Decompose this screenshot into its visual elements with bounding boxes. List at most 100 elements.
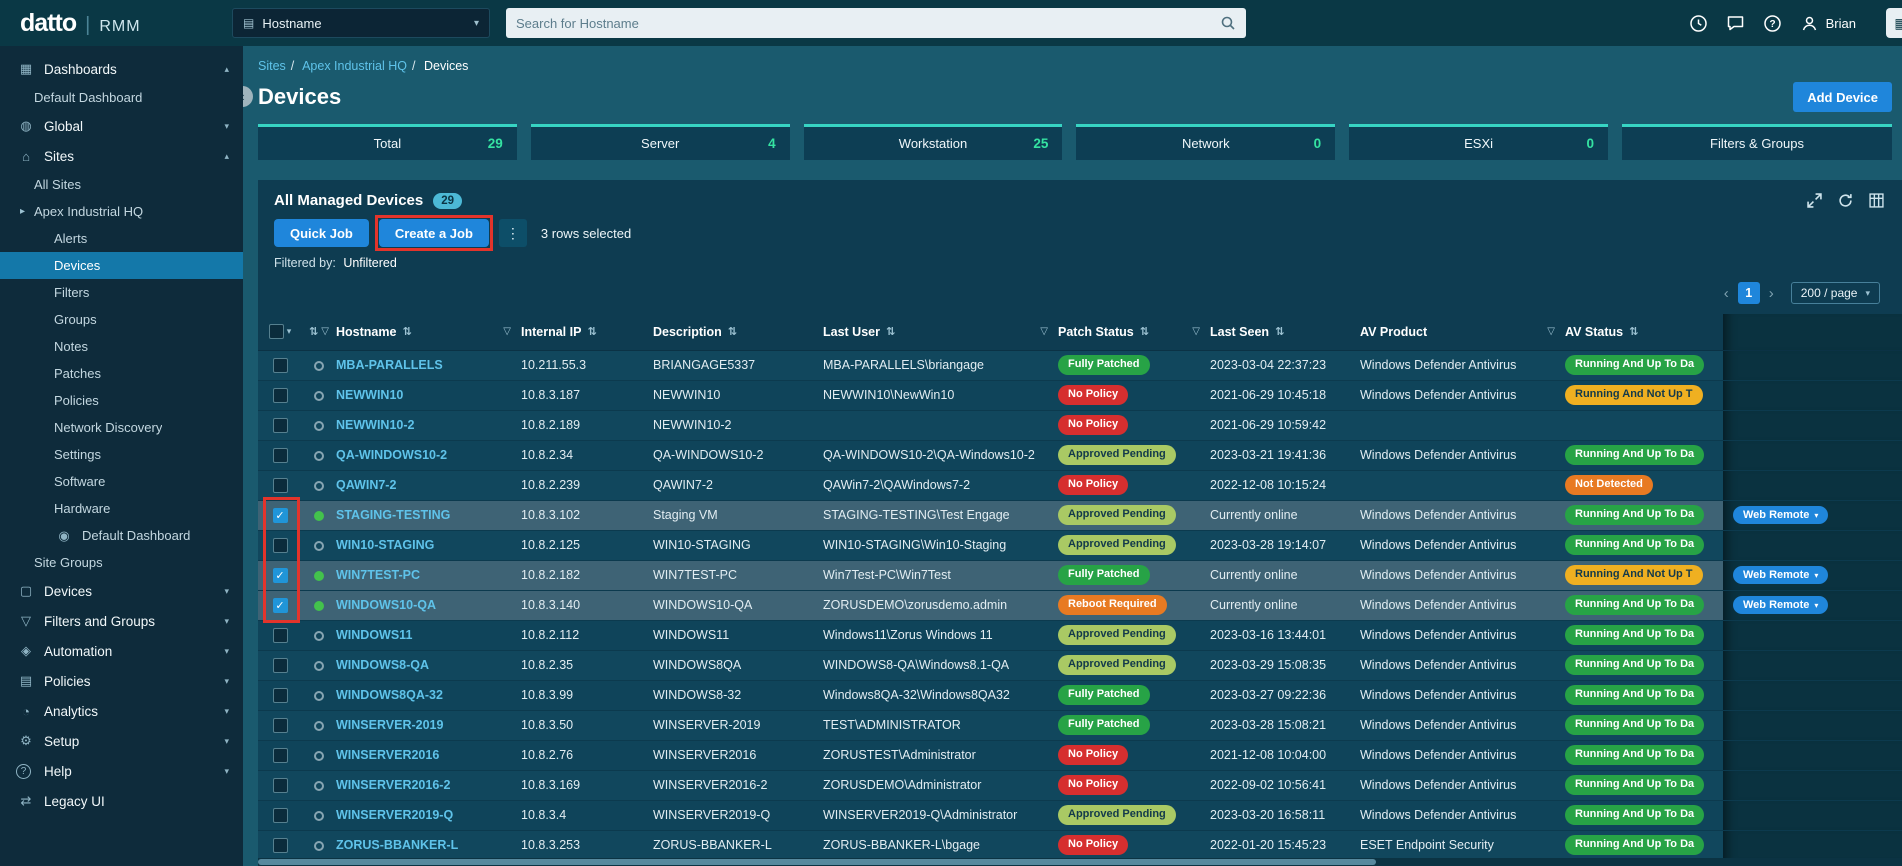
sort-icon[interactable]: ⇅	[886, 325, 895, 338]
filter-icon[interactable]: ▽	[1040, 326, 1048, 337]
sort-icon[interactable]: ⇅	[728, 325, 737, 338]
hostname-link[interactable]: STAGING-TESTING	[336, 508, 450, 522]
search-input[interactable]	[516, 15, 1220, 31]
sort-icon[interactable]: ⇅	[402, 325, 411, 338]
sidebar-item-patches[interactable]: Patches	[0, 360, 243, 387]
sort-icon[interactable]: ⇅	[1140, 325, 1149, 338]
row-checkbox[interactable]	[272, 747, 288, 763]
row-checkbox[interactable]: ✓	[272, 507, 288, 523]
hostname-link[interactable]: WINSERVER2016-2	[336, 778, 450, 792]
row-checkbox[interactable]	[272, 477, 288, 493]
hostname-link[interactable]: ZORUS-BBANKER-L	[336, 838, 458, 852]
row-checkbox[interactable]	[272, 837, 288, 853]
prev-page-icon[interactable]: ‹	[1724, 285, 1729, 302]
sidebar-item-notes[interactable]: Notes	[0, 333, 243, 360]
help-icon[interactable]: ?	[1763, 14, 1782, 33]
create-a-job-button[interactable]: Create a Job	[378, 219, 489, 247]
stat-card-esxi[interactable]: ESXi 0	[1349, 124, 1608, 160]
hostname-link[interactable]: NEWWIN10-2	[336, 418, 414, 432]
row-checkbox[interactable]	[272, 417, 288, 433]
hostname-link[interactable]: WIN10-STAGING	[336, 538, 434, 552]
web-remote-button[interactable]: Web Remote ▾	[1733, 566, 1829, 584]
expand-arrow-icon[interactable]: ▸	[20, 206, 34, 217]
row-checkbox[interactable]	[272, 387, 288, 403]
sidebar-item-global[interactable]: ◍ Global ▾	[0, 111, 243, 141]
sort-icon[interactable]: ⇅	[309, 325, 318, 338]
hostname-link[interactable]: WINSERVER-2019	[336, 718, 443, 732]
row-checkbox[interactable]	[272, 807, 288, 823]
sidebar-item-groups[interactable]: Groups	[0, 306, 243, 333]
filter-icon[interactable]: ▽	[1192, 326, 1200, 337]
stat-card-workstation[interactable]: Workstation 25	[803, 124, 1063, 160]
sidebar-item-filters-and-groups[interactable]: ▽ Filters and Groups ▾	[0, 606, 243, 636]
hostname-link[interactable]: MBA-PARALLELS	[336, 358, 443, 372]
breadcrumb-site-name[interactable]: Apex Industrial HQ	[302, 59, 407, 73]
quick-job-button[interactable]: Quick Job	[274, 219, 369, 247]
chat-icon[interactable]	[1726, 14, 1745, 33]
sidebar-item-apex-industrial-hq[interactable]: ▸ Apex Industrial HQ	[0, 198, 243, 225]
select-all-checkbox[interactable]	[268, 324, 284, 340]
column-header-last-seen[interactable]: Last Seen	[1210, 325, 1269, 339]
sort-icon[interactable]: ⇅	[1629, 325, 1638, 338]
sidebar-item-filters[interactable]: Filters	[0, 279, 243, 306]
expand-icon[interactable]	[1807, 193, 1822, 208]
row-checkbox[interactable]	[272, 657, 288, 673]
scrollbar-thumb[interactable]	[258, 859, 1376, 865]
refresh-icon[interactable]	[1838, 193, 1853, 208]
column-header-hostname[interactable]: Hostname	[336, 325, 396, 339]
horizontal-scrollbar[interactable]	[258, 858, 1902, 866]
sidebar-item-sites[interactable]: ⌂ Sites ▴	[0, 141, 243, 171]
sidebar-item-all-sites[interactable]: All Sites	[0, 171, 243, 198]
sidebar-item-default-dashboard[interactable]: ◉ Default Dashboard	[0, 522, 243, 549]
column-header-last-user[interactable]: Last User	[823, 325, 880, 339]
sidebar-item-network-discovery[interactable]: Network Discovery	[0, 414, 243, 441]
sidebar-item-site-groups[interactable]: Site Groups	[0, 549, 243, 576]
hostname-link[interactable]: WINDOWS8QA-32	[336, 688, 443, 702]
page-size-dropdown[interactable]: 200 / page ▾	[1790, 282, 1880, 304]
column-settings-icon[interactable]	[1869, 193, 1884, 208]
sidebar-item-policies[interactable]: ▤ Policies ▾	[0, 666, 243, 696]
sidebar-item-devices[interactable]: ▢ Devices ▾	[0, 576, 243, 606]
sidebar-item-dashboards[interactable]: ▦ Dashboards ▴	[0, 54, 243, 84]
hostname-link[interactable]: WINDOWS11	[336, 628, 412, 642]
breadcrumb-sites[interactable]: Sites	[258, 59, 286, 73]
filters-groups-card[interactable]: Filters & Groups	[1622, 124, 1892, 160]
sidebar-item-settings[interactable]: Settings	[0, 441, 243, 468]
activity-clock-icon[interactable]	[1689, 14, 1708, 33]
row-checkbox[interactable]: ✓	[272, 597, 288, 613]
stat-card-server[interactable]: Server 4	[530, 124, 790, 160]
row-checkbox[interactable]	[272, 717, 288, 733]
filter-icon[interactable]: ▽	[503, 326, 511, 337]
stat-card-network[interactable]: Network 0	[1076, 124, 1336, 160]
sidebar-item-software[interactable]: Software	[0, 468, 243, 495]
chevron-down-icon[interactable]: ▾	[287, 326, 292, 337]
hostname-link[interactable]: NEWWIN10	[336, 388, 403, 402]
sidebar-item-automation[interactable]: ◈ Automation ▾	[0, 636, 243, 666]
sort-icon[interactable]: ⇅	[587, 325, 596, 338]
column-header-patch-status[interactable]: Patch Status	[1058, 325, 1134, 339]
sidebar-item-hardware[interactable]: Hardware	[0, 495, 243, 522]
row-checkbox[interactable]	[272, 537, 288, 553]
hostname-link[interactable]: WIN7TEST-PC	[336, 568, 420, 582]
hostname-link[interactable]: WINSERVER2019-Q	[336, 808, 453, 822]
sidebar-item-default-dashboard[interactable]: Default Dashboard	[0, 84, 243, 111]
filter-icon[interactable]: ▽	[321, 326, 329, 337]
row-checkbox[interactable]	[272, 357, 288, 373]
web-remote-button[interactable]: Web Remote ▾	[1733, 596, 1829, 614]
column-header-av-status[interactable]: AV Status	[1565, 325, 1623, 339]
row-checkbox[interactable]	[272, 777, 288, 793]
sidebar-item-analytics[interactable]: ◔ Analytics ▾	[0, 696, 243, 726]
filter-icon[interactable]: ▽	[1547, 326, 1555, 337]
next-page-icon[interactable]: ›	[1769, 285, 1774, 302]
column-header-av-product[interactable]: AV Product	[1360, 325, 1427, 339]
search-icon[interactable]	[1220, 15, 1236, 31]
more-actions-button[interactable]: ⋮	[498, 219, 527, 247]
corner-app-tile[interactable]: ▦	[1886, 8, 1902, 38]
row-checkbox[interactable]	[272, 687, 288, 703]
column-header-description[interactable]: Description	[653, 325, 722, 339]
stat-card-total[interactable]: Total 29	[258, 124, 517, 160]
hostname-link[interactable]: WINSERVER2016	[336, 748, 439, 762]
search-type-dropdown[interactable]: ▤ Hostname ▾	[232, 8, 490, 38]
current-page-button[interactable]: 1	[1737, 282, 1760, 304]
hostname-link[interactable]: QAWIN7-2	[336, 478, 396, 492]
